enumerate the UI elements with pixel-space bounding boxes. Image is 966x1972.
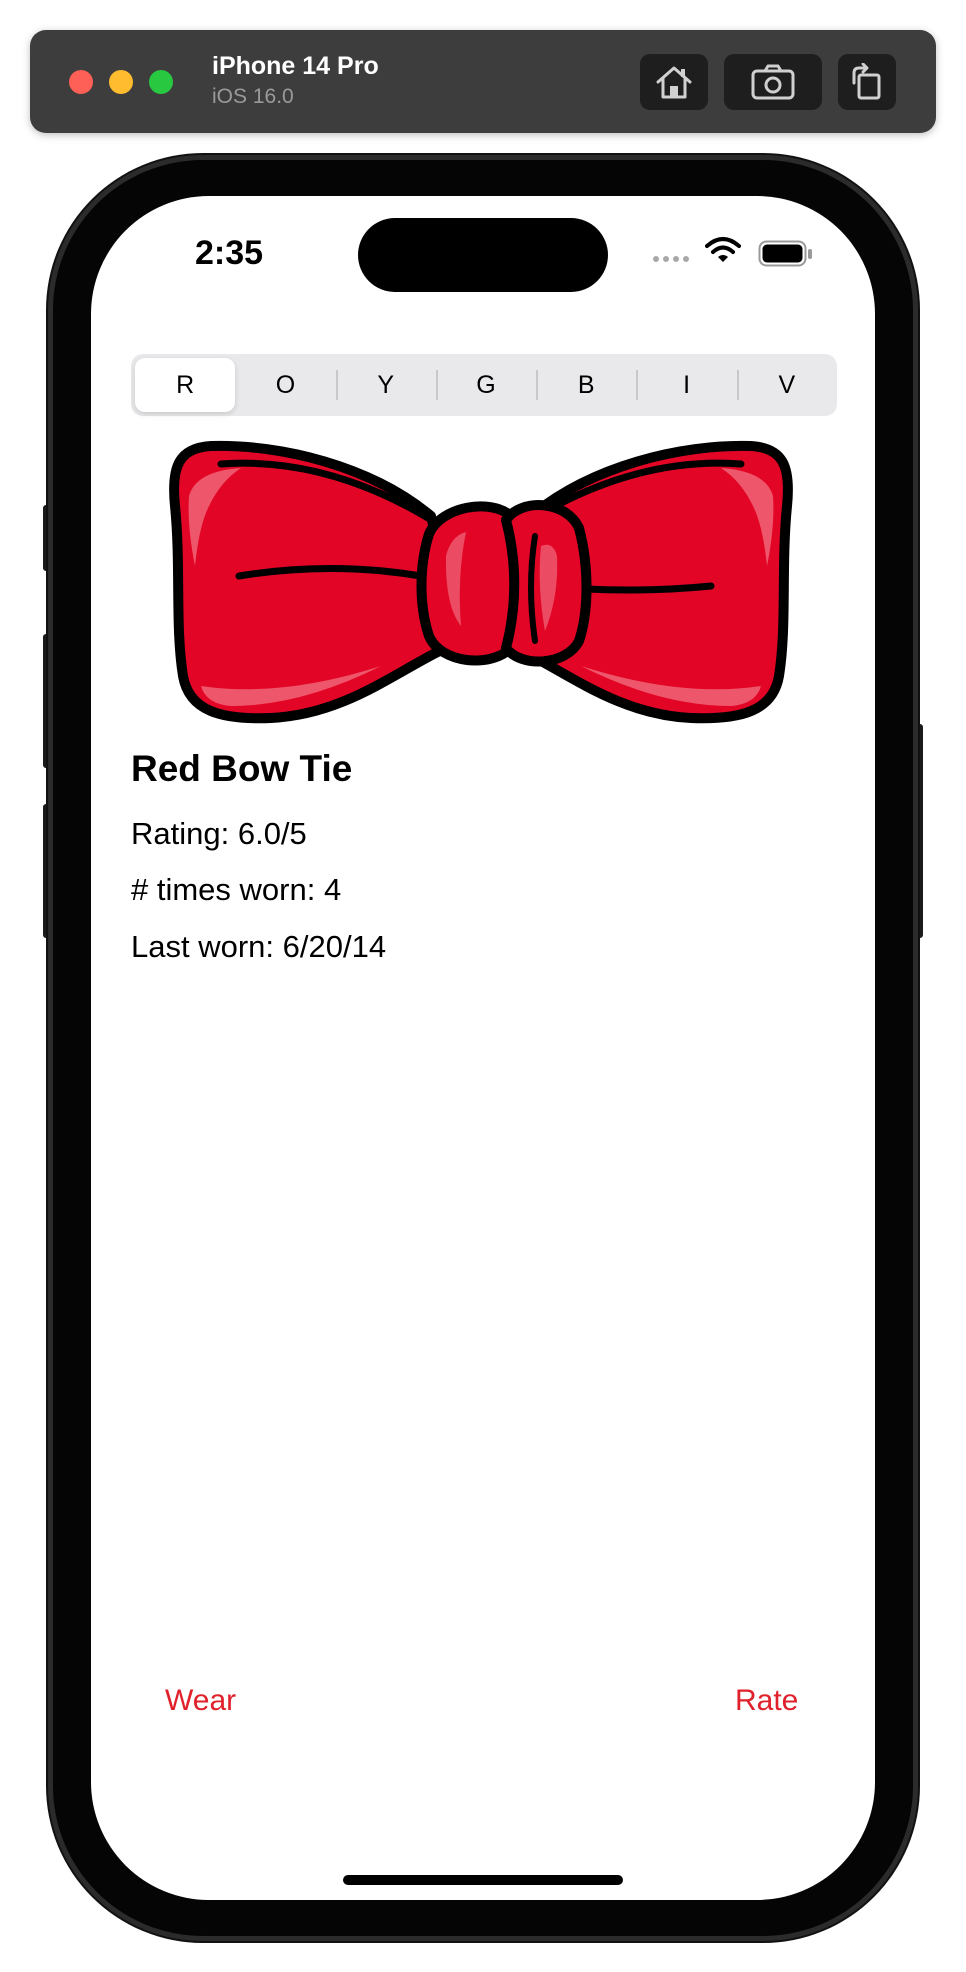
device-name: iPhone 14 Pro xyxy=(212,52,379,80)
dynamic-island xyxy=(358,218,608,292)
rotate-icon xyxy=(852,63,881,100)
screenshot-button[interactable] xyxy=(724,54,822,110)
home-icon xyxy=(656,66,692,99)
status-time: 2:35 xyxy=(195,234,264,272)
segment-r[interactable]: R xyxy=(135,358,236,412)
minimize-window-button[interactable] xyxy=(109,70,133,94)
segment-g[interactable]: G xyxy=(435,358,536,412)
battery-icon xyxy=(758,240,812,267)
segment-i[interactable]: I xyxy=(636,358,736,412)
bowtie-image xyxy=(169,440,793,724)
times-worn-label: # times worn: 4 xyxy=(131,872,342,907)
item-title: Red Bow Tie xyxy=(131,748,353,789)
segment-b[interactable]: B xyxy=(536,358,636,412)
segment-y[interactable]: Y xyxy=(335,358,436,412)
rating-label: Rating: 6.0/5 xyxy=(131,816,307,851)
os-version: iOS 16.0 xyxy=(212,85,294,108)
wifi-icon xyxy=(705,237,741,262)
iphone-frame: 2:35 R O Y G B I V Red Bow Tie Rating: 6… xyxy=(53,160,913,1936)
color-segmented-control[interactable]: R O Y G B I V xyxy=(131,354,837,416)
screenshot-icon xyxy=(751,64,795,100)
wear-button[interactable]: Wear xyxy=(165,1684,236,1718)
cellular-signal-icon xyxy=(653,256,689,262)
volume-up-button xyxy=(43,634,53,768)
power-button xyxy=(913,724,923,938)
rotate-button[interactable] xyxy=(838,54,896,110)
zoom-window-button[interactable] xyxy=(149,70,173,94)
segment-v[interactable]: V xyxy=(736,358,837,412)
home-button[interactable] xyxy=(640,54,708,110)
rate-button[interactable]: Rate xyxy=(735,1684,798,1718)
segment-o[interactable]: O xyxy=(235,358,335,412)
action-button xyxy=(43,505,53,571)
app-screen: 2:35 R O Y G B I V Red Bow Tie Rating: 6… xyxy=(91,196,875,1900)
volume-down-button xyxy=(43,804,53,938)
last-worn-label: Last worn: 6/20/14 xyxy=(131,929,387,964)
home-indicator[interactable] xyxy=(343,1875,623,1885)
close-window-button[interactable] xyxy=(69,70,93,94)
